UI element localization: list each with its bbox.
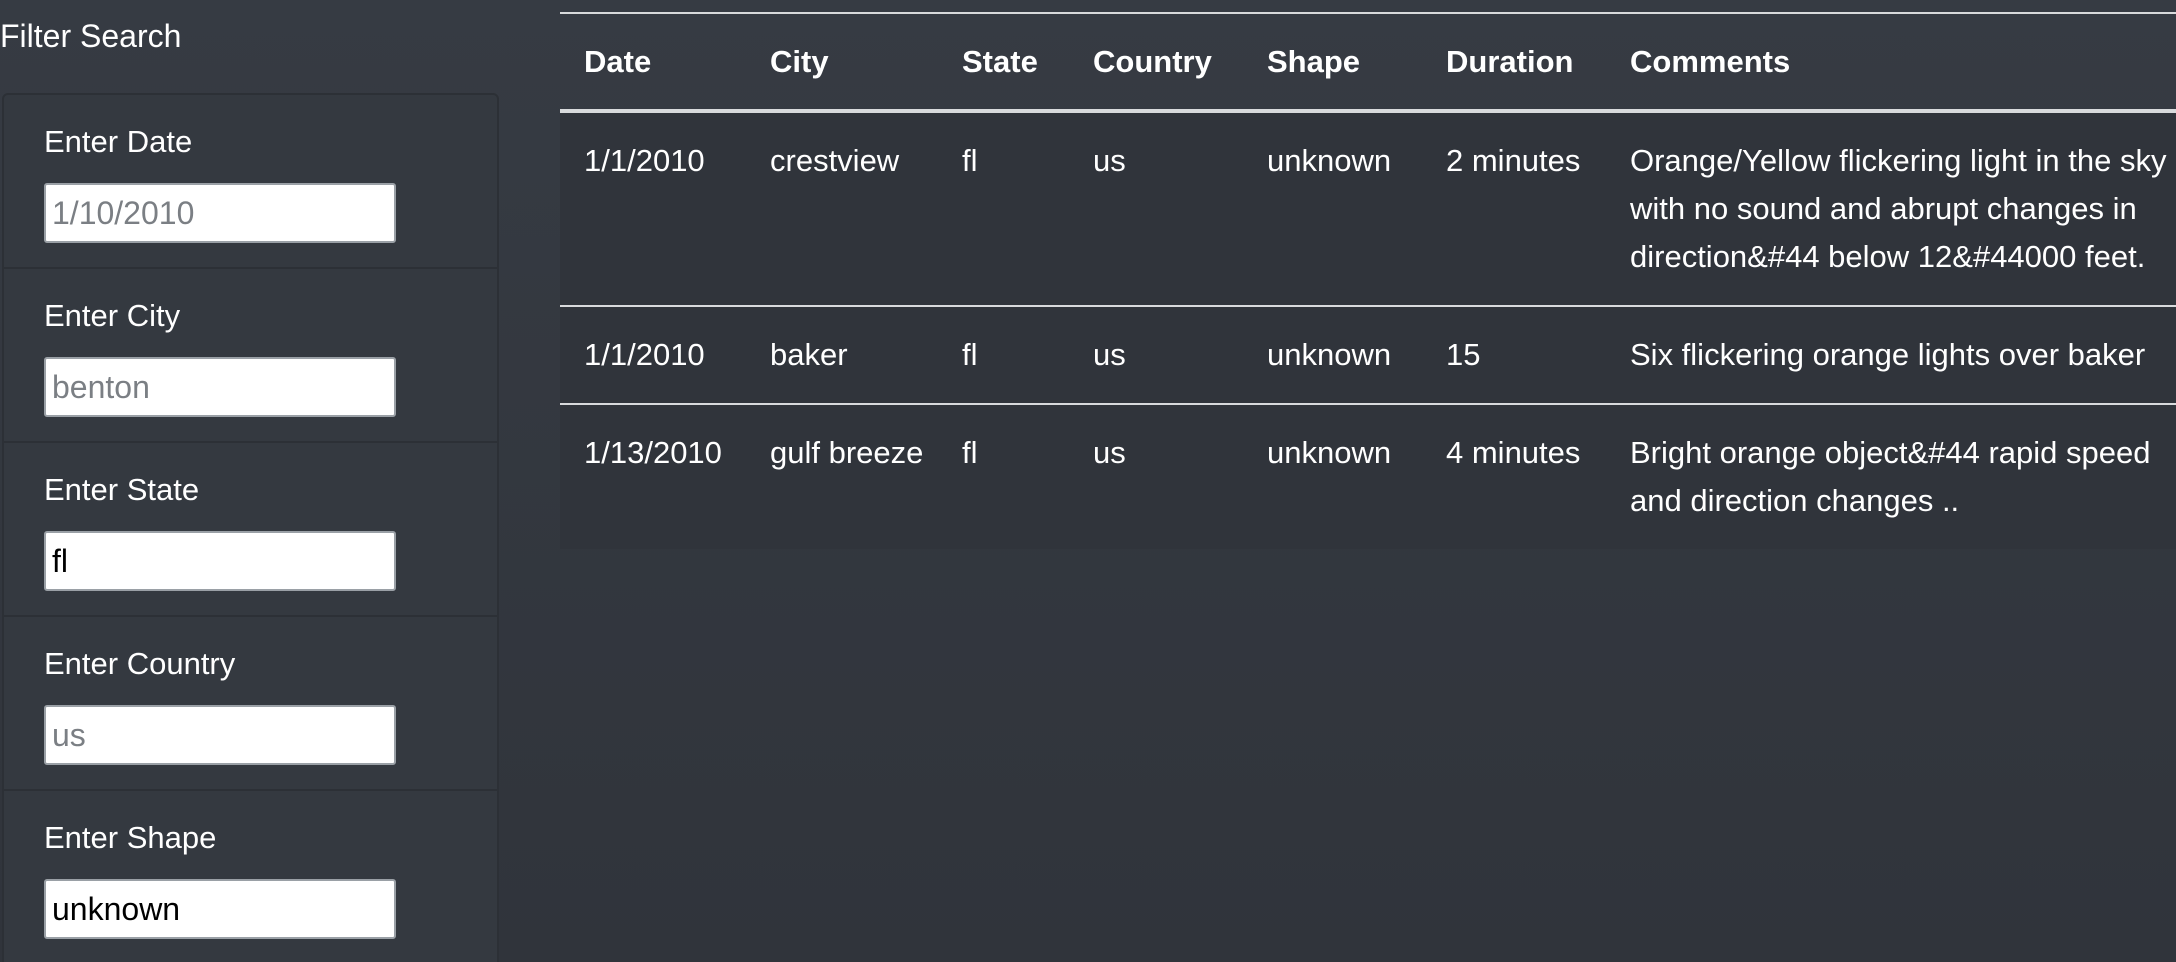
city-input[interactable] <box>44 357 396 417</box>
cell-country: us <box>1093 337 1126 372</box>
column-header-comments: Comments <box>1630 43 1791 79</box>
results-table-container: Date City State Country Shape Duration C… <box>560 12 2176 549</box>
cell-duration: 15 <box>1446 337 1481 372</box>
page: Filter Search Enter Date Enter City Ente… <box>0 0 2176 962</box>
table-header: Date City State Country Shape Duration C… <box>560 13 2176 111</box>
cell-city: gulf breeze <box>770 435 924 470</box>
cell-state: fl <box>962 435 978 470</box>
cell-shape: unknown <box>1267 435 1392 470</box>
filter-item-city: Enter City <box>4 269 497 443</box>
state-input[interactable] <box>44 531 396 591</box>
filter-item-date: Enter Date <box>4 95 497 269</box>
cell-country: us <box>1093 435 1126 470</box>
cell-duration: 2 minutes <box>1446 143 1581 178</box>
cell-duration: 4 minutes <box>1446 435 1581 470</box>
filter-search-title: Filter Search <box>0 18 182 54</box>
cell-shape: unknown <box>1267 143 1392 178</box>
ufo-results-table: Date City State Country Shape Duration C… <box>560 12 2176 549</box>
column-header-country: Country <box>1093 43 1212 79</box>
table-row: 1/1/2010 baker fl us unknown 15 Six flic… <box>560 306 2176 404</box>
cell-state: fl <box>962 337 978 372</box>
filter-item-state: Enter State <box>4 443 497 617</box>
filter-label-date: Enter Date <box>44 124 193 159</box>
column-header-state: State <box>962 43 1038 79</box>
table-row: 1/1/2010 crestview fl us unknown 2 minut… <box>560 111 2176 306</box>
cell-comments: Six flickering orange lights over baker <box>1630 337 2146 372</box>
date-input[interactable] <box>44 183 396 243</box>
filter-item-country: Enter Country <box>4 617 497 791</box>
filter-label-state: Enter State <box>44 472 200 507</box>
cell-comments: Bright orange object&#44 rapid speed and… <box>1630 435 2151 518</box>
cell-city: crestview <box>770 143 900 178</box>
country-input[interactable] <box>44 705 396 765</box>
filter-label-country: Enter Country <box>44 646 236 681</box>
cell-date: 1/1/2010 <box>584 143 705 178</box>
cell-country: us <box>1093 143 1126 178</box>
column-header-duration: Duration <box>1446 43 1574 79</box>
column-header-date: Date <box>584 43 652 79</box>
cell-date: 1/1/2010 <box>584 337 705 372</box>
column-header-shape: Shape <box>1267 43 1361 79</box>
filter-label-city: Enter City <box>44 298 181 333</box>
cell-comments: Orange/Yellow flickering light in the sk… <box>1630 143 2167 274</box>
filter-item-shape: Enter Shape <box>4 791 497 962</box>
cell-date: 1/13/2010 <box>584 435 722 470</box>
cell-state: fl <box>962 143 978 178</box>
cell-shape: unknown <box>1267 337 1392 372</box>
filter-panel: Enter Date Enter City Enter State Enter … <box>2 93 499 962</box>
shape-input[interactable] <box>44 879 396 939</box>
cell-city: baker <box>770 337 848 372</box>
table-body: 1/1/2010 crestview fl us unknown 2 minut… <box>560 111 2176 549</box>
column-header-city: City <box>770 43 829 79</box>
filter-label-shape: Enter Shape <box>44 820 217 855</box>
header-row: Date City State Country Shape Duration C… <box>560 13 2176 111</box>
table-row: 1/13/2010 gulf breeze fl us unknown 4 mi… <box>560 404 2176 549</box>
